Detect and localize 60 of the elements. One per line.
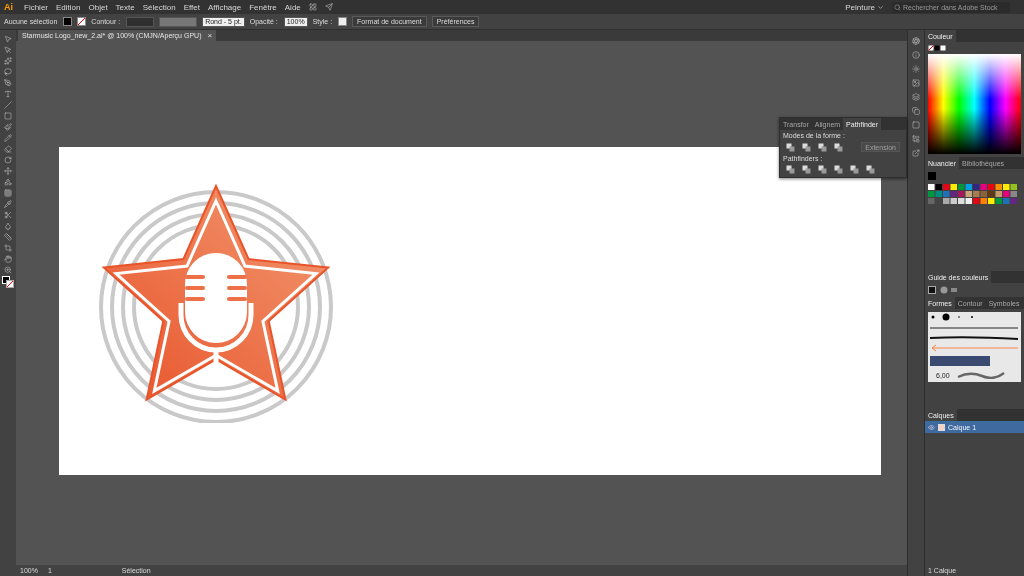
shape-mode-button[interactable]	[786, 142, 795, 152]
pathfinder-button[interactable]	[866, 165, 875, 174]
fill-swatch[interactable]	[63, 17, 73, 26]
fill-stroke-swatches-icon[interactable]	[928, 45, 946, 51]
brush-stroke-icon[interactable]	[955, 371, 1006, 379]
image-icon[interactable]	[912, 78, 920, 87]
layer-thumbnail	[938, 423, 945, 431]
pencil-icon[interactable]	[4, 133, 12, 142]
pathfinder-button[interactable]	[834, 165, 843, 174]
menu-item[interactable]: Effet	[183, 2, 200, 12]
menu-item[interactable]: Objet	[88, 2, 108, 12]
droplet-icon[interactable]	[4, 221, 12, 230]
stroke-weight-field[interactable]	[126, 16, 155, 27]
shape-mode-button[interactable]	[818, 142, 827, 152]
scissors-icon[interactable]	[4, 210, 12, 219]
aperture-icon[interactable]	[912, 36, 920, 45]
app-logo: Ai	[4, 2, 13, 12]
direct-selection-icon[interactable]	[4, 45, 12, 54]
rectangle-icon[interactable]	[4, 111, 12, 120]
menu-item[interactable]: Texte	[115, 2, 135, 12]
menu-item[interactable]: Sélection	[142, 2, 176, 12]
info-icon[interactable]	[912, 50, 920, 59]
visibility-icon[interactable]	[928, 423, 935, 431]
rotate-icon[interactable]	[4, 155, 12, 164]
stroke-swatch[interactable]	[77, 17, 87, 26]
fill-stroke-swatches-icon[interactable]	[2, 276, 14, 288]
pathfinder-button[interactable]	[786, 165, 795, 174]
pathfinder-button[interactable]	[850, 165, 859, 174]
caret-icon	[877, 3, 884, 11]
close-tab-button[interactable]: ×	[207, 31, 213, 40]
square-icon[interactable]	[912, 120, 920, 129]
layers-icon[interactable]	[912, 92, 920, 101]
ruler-icon[interactable]	[4, 232, 12, 241]
menu-item[interactable]: Edition	[56, 2, 81, 12]
menu-item[interactable]: Fenêtre	[249, 2, 277, 12]
shape-mode-button[interactable]	[802, 142, 811, 152]
color-spectrum[interactable]	[928, 54, 1021, 154]
menu-item[interactable]: Fichier	[24, 2, 48, 12]
eraser-icon[interactable]	[4, 144, 12, 153]
menu-item[interactable]: Affichage	[207, 2, 242, 12]
zoom-icon[interactable]	[4, 265, 12, 274]
menu-item[interactable]: Aide	[284, 2, 301, 12]
variable-width-field[interactable]	[159, 16, 198, 27]
type-icon[interactable]	[4, 89, 12, 98]
lasso-icon[interactable]	[4, 67, 12, 76]
search-icon	[894, 3, 901, 11]
selection-arrow-icon[interactable]	[4, 34, 12, 43]
send-icon[interactable]	[324, 3, 333, 11]
sun-icon[interactable]	[912, 64, 920, 73]
shape-mode-button[interactable]	[834, 142, 843, 152]
copy-icon[interactable]	[912, 106, 920, 115]
pathfinder-button[interactable]	[802, 165, 811, 174]
export-icon[interactable]	[912, 148, 920, 157]
pathfinder-button[interactable]	[818, 165, 827, 174]
color-guide-swatches-icon[interactable]	[928, 286, 958, 294]
line-icon[interactable]	[4, 100, 12, 109]
style-swatch[interactable]	[338, 17, 348, 26]
move-icon[interactable]	[4, 166, 12, 175]
workspace-switcher[interactable]: Peinture	[845, 2, 884, 12]
eyedropper-icon[interactable]	[4, 199, 12, 208]
